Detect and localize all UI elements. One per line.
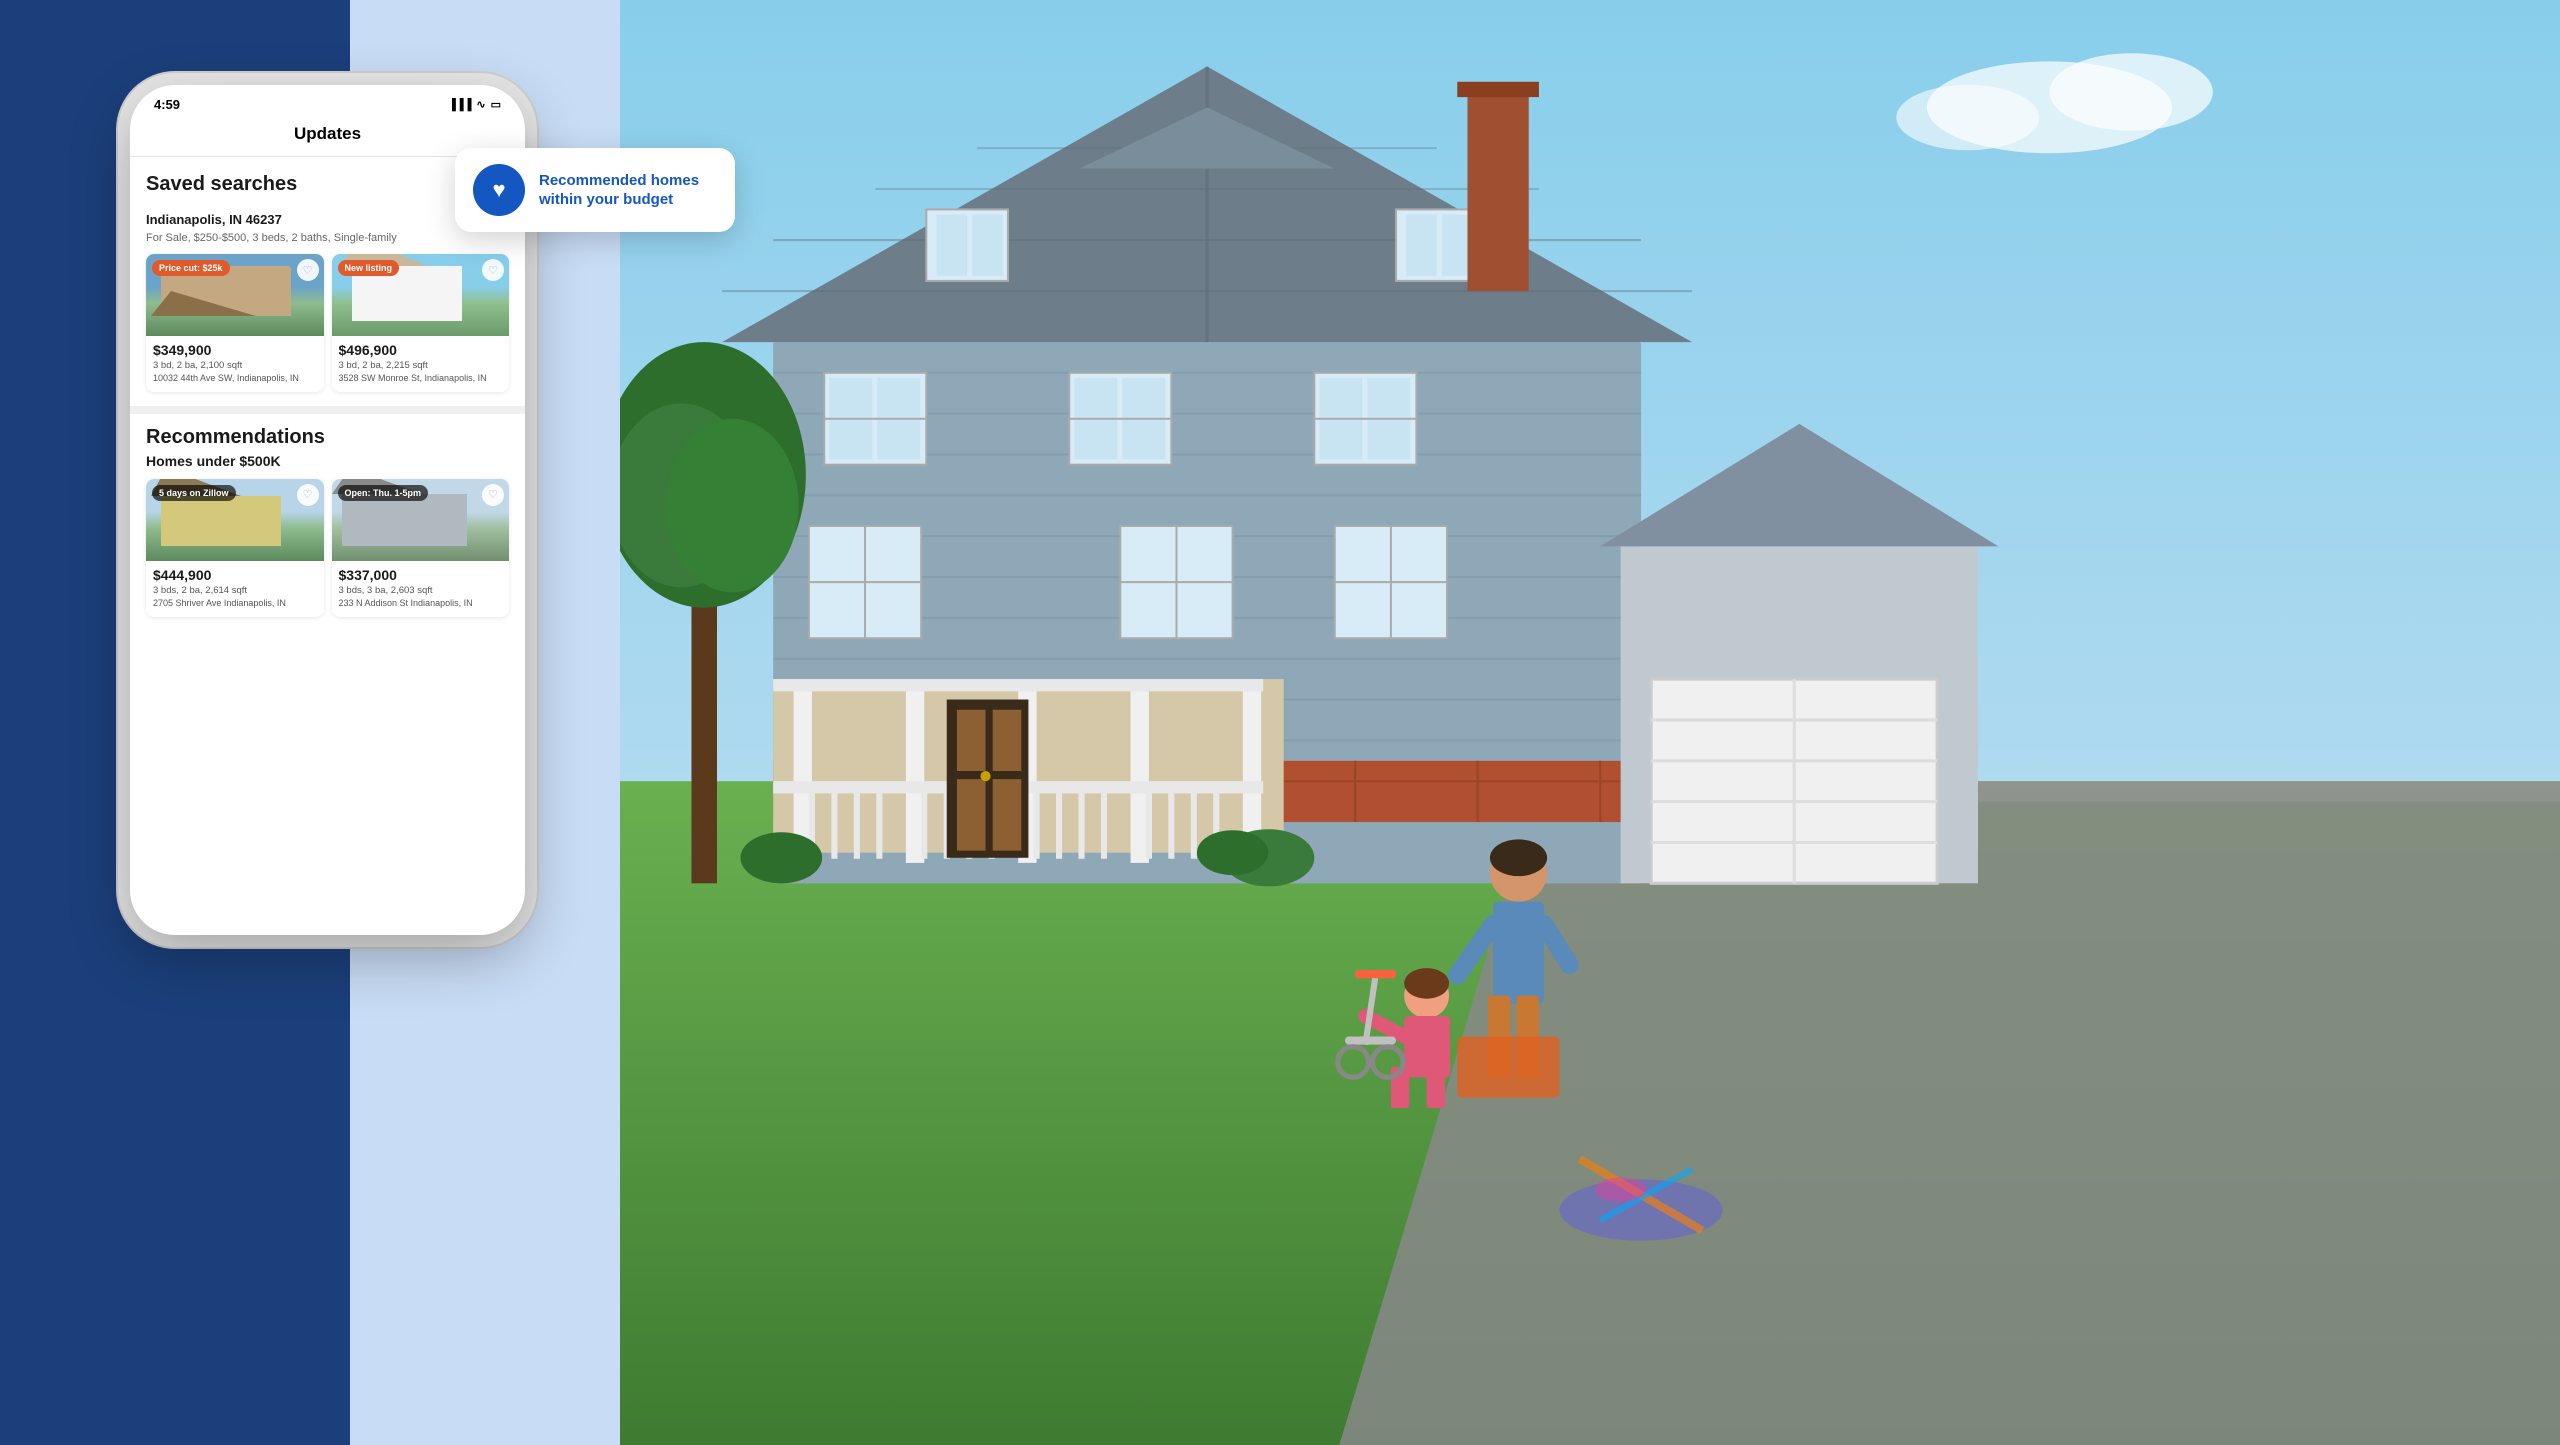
recommendations-section: Recommendations Homes under $500K 5 days…: [146, 426, 509, 617]
search-subtitle: For Sale, $250-$500, 3 beds, 2 baths, Si…: [146, 232, 509, 244]
home-price-1: $349,900: [153, 342, 317, 358]
favorite-button-2[interactable]: ♡: [482, 259, 504, 281]
wifi-icon: ∿: [476, 98, 485, 111]
rec-home-info-1: $444,900 3 bds, 2 ba, 2,614 sqft 2705 Sh…: [146, 561, 324, 617]
phone-content: Saved searches Indianapolis, IN 46237 2 …: [130, 157, 525, 927]
favorite-button-4[interactable]: ♡: [482, 484, 504, 506]
recommendations-title: Recommendations: [146, 426, 509, 449]
rec-home-address-2: 233 N Addison St Indianapolis, IN: [339, 598, 503, 610]
rec-home-image-1: 5 days on Zillow ♡: [146, 479, 324, 561]
recommended-homes-grid: 5 days on Zillow ♡ $444,900 3 bds, 2 ba,…: [146, 479, 509, 617]
new-listing-badge: New listing: [338, 260, 400, 276]
favorite-button-3[interactable]: ♡: [297, 484, 319, 506]
rec-home-price-1: $444,900: [153, 567, 317, 583]
home-address-2: 3528 SW Monroe St, Indianapolis, IN: [339, 373, 503, 385]
rec-home-card-2[interactable]: Open: Thu. 1-5pm ♡ $337,000 3 bds, 3 ba,…: [332, 479, 510, 617]
home-price-2: $496,900: [339, 342, 503, 358]
tooltip-text: Recommended homes within your budget: [539, 171, 717, 210]
status-icons: ▐▐▐ ∿ ▭: [448, 98, 501, 111]
rec-home-details-2: 3 bds, 3 ba, 2,603 sqft: [339, 584, 503, 597]
rec-home-image-2: Open: Thu. 1-5pm ♡: [332, 479, 510, 561]
rec-home-details-1: 3 bds, 2 ba, 2,614 sqft: [153, 584, 317, 597]
days-on-zillow-badge: 5 days on Zillow: [152, 485, 236, 501]
rec-home-card-1[interactable]: 5 days on Zillow ♡ $444,900 3 bds, 2 ba,…: [146, 479, 324, 617]
rec-home-price-2: $337,000: [339, 567, 503, 583]
status-bar: 4:59 ▐▐▐ ∿ ▭: [130, 85, 525, 116]
open-house-badge: Open: Thu. 1-5pm: [338, 485, 429, 501]
house-svg: [620, 0, 2560, 1445]
heart-icon: ♥: [492, 177, 505, 203]
tooltip-icon: ♥: [473, 164, 525, 216]
section-divider: [130, 406, 525, 414]
time-display: 4:59: [154, 97, 180, 112]
page-title: Updates: [294, 124, 361, 143]
notification-tooltip: ♥ Recommended homes within your budget: [455, 148, 735, 232]
saved-home-card-2[interactable]: New listing ♡ $496,900 3 bd, 2 ba, 2,215…: [332, 254, 510, 392]
battery-icon: ▭: [491, 98, 501, 111]
favorite-button-1[interactable]: ♡: [297, 259, 319, 281]
home-image-2: New listing ♡: [332, 254, 510, 336]
rec-home-address-1: 2705 Shriver Ave Indianapolis, IN: [153, 598, 317, 610]
house-scene: [620, 0, 2560, 1445]
search-location: Indianapolis, IN 46237: [146, 212, 282, 227]
home-info-1: $349,900 3 bd, 2 ba, 2,100 sqft 10032 44…: [146, 336, 324, 392]
home-info-2: $496,900 3 bd, 2 ba, 2,215 sqft 3528 SW …: [332, 336, 510, 392]
home-address-1: 10032 44th Ave SW, Indianapolis, IN: [153, 373, 317, 385]
saved-home-card-1[interactable]: Price cut: $25k ♡ $349,900 3 bd, 2 ba, 2…: [146, 254, 324, 392]
recommendations-subtitle: Homes under $500K: [146, 453, 509, 469]
home-image-1: Price cut: $25k ♡: [146, 254, 324, 336]
home-details-2: 3 bd, 2 ba, 2,215 sqft: [339, 359, 503, 372]
saved-homes-grid: Price cut: $25k ♡ $349,900 3 bd, 2 ba, 2…: [146, 254, 509, 392]
rec-home-info-2: $337,000 3 bds, 3 ba, 2,603 sqft 233 N A…: [332, 561, 510, 617]
signal-icon: ▐▐▐: [448, 99, 471, 111]
home-details-1: 3 bd, 2 ba, 2,100 sqft: [153, 359, 317, 372]
price-cut-badge: Price cut: $25k: [152, 260, 230, 276]
